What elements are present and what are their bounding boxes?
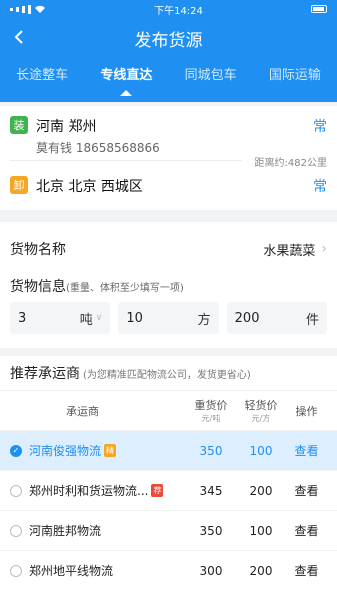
- unload-city: 北京 北京 西城区: [36, 179, 143, 195]
- weight-unit: 吨: [79, 312, 93, 328]
- tab-direct-line[interactable]: 专线直达: [84, 58, 168, 102]
- chevron-right-icon: ›: [321, 241, 327, 257]
- status-bar: 下午14:24: [0, 0, 337, 18]
- app-header: 下午14:24 发布货源 长途整车 专线直达 同城包车 国际运输: [0, 0, 337, 102]
- unload-address[interactable]: 卸 北京 北京 西城区 常: [10, 176, 327, 196]
- load-city: 河南 郑州: [36, 119, 97, 135]
- status-time: 下午14:24: [154, 5, 203, 17]
- view-link[interactable]: 查看: [286, 562, 327, 579]
- battery-icon: [310, 5, 327, 13]
- badge-recommended: 荐: [151, 484, 164, 497]
- unload-frequent-button[interactable]: 常: [313, 176, 327, 196]
- load-tag: 装: [10, 116, 28, 134]
- col-light-unit: 元/方: [251, 414, 271, 423]
- table-header: 承运商 重货价元/吨 轻货价元/方 操作: [0, 390, 337, 430]
- view-link[interactable]: 查看: [286, 442, 327, 459]
- table-row[interactable]: 郑州地平线物流 300 200 查看: [0, 550, 337, 590]
- page-title: 发布货源: [134, 30, 203, 51]
- route-card: 装 河南 郑州 莫有钱 18658568866 常 距离约:482公里 卸 北京…: [0, 106, 337, 210]
- tab-long-distance[interactable]: 长途整车: [0, 58, 84, 102]
- volume-unit: 方: [197, 312, 211, 328]
- count-unit: 件: [305, 312, 319, 328]
- count-value: 200: [234, 310, 260, 326]
- back-button[interactable]: [8, 26, 30, 48]
- carriers-card: 推荐承运商 (为您精准匹配物流公司，发货更省心) 承运商 重货价元/吨 轻货价元/…: [0, 356, 337, 600]
- heavy-price: 345: [199, 483, 223, 498]
- tab-same-city[interactable]: 同城包车: [169, 58, 253, 102]
- unload-tag: 卸: [10, 176, 28, 194]
- goods-info-title: 货物信息: [10, 279, 66, 295]
- heavy-price: 350: [199, 443, 223, 458]
- col-carrier: 承运商: [66, 404, 99, 418]
- col-light-label: 轻货价: [244, 399, 278, 412]
- radio-icon[interactable]: [10, 484, 22, 497]
- col-light: 轻货价元/方: [236, 397, 286, 424]
- recommend-title-text: 推荐承运商: [10, 366, 80, 382]
- light-price: 100: [249, 443, 273, 458]
- carrier-name: 郑州时利和货运物流...: [29, 484, 149, 498]
- count-input[interactable]: 200 件: [226, 302, 327, 334]
- light-price: 200: [249, 483, 273, 498]
- table-row[interactable]: ✓ 河南俊强物流精 350 100 查看: [0, 430, 337, 470]
- col-heavy: 重货价元/吨: [186, 397, 236, 424]
- radio-icon[interactable]: [10, 564, 22, 577]
- volume-value: 10: [126, 310, 143, 326]
- goods-name-row[interactable]: 货物名称 水果蔬菜 ›: [0, 222, 337, 276]
- view-link[interactable]: 查看: [286, 482, 327, 499]
- chevron-left-icon: [14, 30, 23, 44]
- goods-card: 货物名称 水果蔬菜 › 货物信息(重量、体积至少填写一项) 3 吨 ∨ 10 方 …: [0, 222, 337, 348]
- recommend-title: 推荐承运商 (为您精准匹配物流公司，发货更省心): [0, 356, 337, 390]
- divider: [10, 160, 242, 161]
- tab-bar: 长途整车 专线直达 同城包车 国际运输: [0, 58, 337, 102]
- light-price: 200: [249, 563, 273, 578]
- col-heavy-label: 重货价: [194, 399, 228, 412]
- radio-icon[interactable]: [10, 524, 22, 537]
- tab-international[interactable]: 国际运输: [253, 58, 337, 102]
- distance-label: 距离约:482公里: [254, 158, 327, 169]
- table-row[interactable]: 郑州时利和货运物流... 荐 345 200 查看: [0, 470, 337, 510]
- goods-info-note: (重量、体积至少填写一项): [66, 283, 184, 294]
- view-link[interactable]: 查看: [286, 522, 327, 539]
- col-heavy-unit: 元/吨: [201, 414, 221, 423]
- heavy-price: 350: [199, 523, 223, 538]
- goods-name-value: 水果蔬菜: [263, 243, 316, 259]
- carrier-name: 河南俊强物流: [29, 444, 102, 458]
- wifi-icon: [35, 5, 45, 13]
- goods-info-label: 货物信息(重量、体积至少填写一项): [0, 276, 337, 296]
- col-action: 操作: [295, 404, 318, 418]
- chevron-down-icon: ∨: [95, 313, 103, 323]
- badge-featured: 精: [104, 444, 117, 457]
- weight-value: 3: [18, 310, 27, 326]
- light-price: 100: [249, 523, 273, 538]
- load-frequent-button[interactable]: 常: [313, 116, 327, 136]
- load-address[interactable]: 装 河南 郑州 莫有钱 18658568866 常: [10, 116, 327, 156]
- check-icon[interactable]: ✓: [10, 444, 22, 457]
- signal-icon: [10, 4, 46, 14]
- heavy-price: 300: [199, 563, 223, 578]
- weight-input[interactable]: 3 吨 ∨: [10, 302, 111, 334]
- table-row[interactable]: 河南胜邦物流 350 100 查看: [0, 510, 337, 550]
- carrier-name: 河南胜邦物流: [29, 524, 102, 538]
- carrier-name: 郑州地平线物流: [29, 564, 114, 578]
- volume-input[interactable]: 10 方: [118, 302, 219, 334]
- goods-name-label: 货物名称: [10, 242, 66, 258]
- recommend-note: (为您精准匹配物流公司，发货更省心): [83, 369, 251, 381]
- load-contact: 莫有钱 18658568866: [36, 141, 160, 155]
